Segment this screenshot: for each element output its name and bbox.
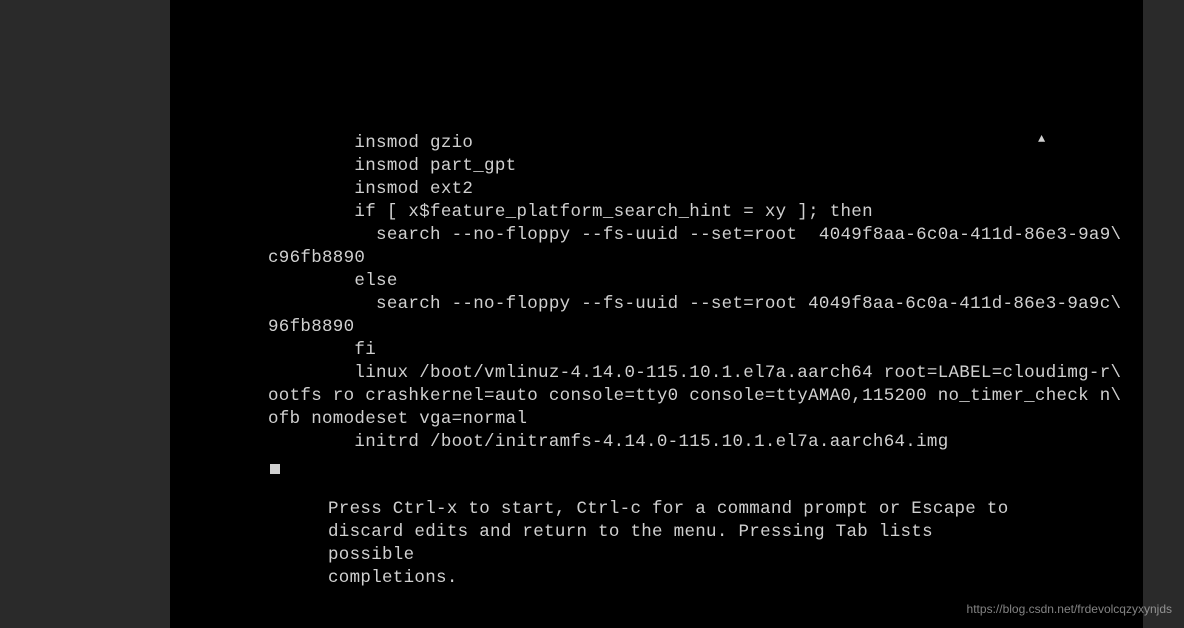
watermark-text: https://blog.csdn.net/frdevolcqzyxynjds	[967, 602, 1172, 616]
text-cursor	[270, 464, 280, 474]
grub-help-text: Press Ctrl-x to start, Ctrl-c for a comm…	[328, 498, 1028, 590]
grub-editor-content[interactable]: insmod gzio insmod part_gpt insmod ext2 …	[268, 132, 1058, 454]
